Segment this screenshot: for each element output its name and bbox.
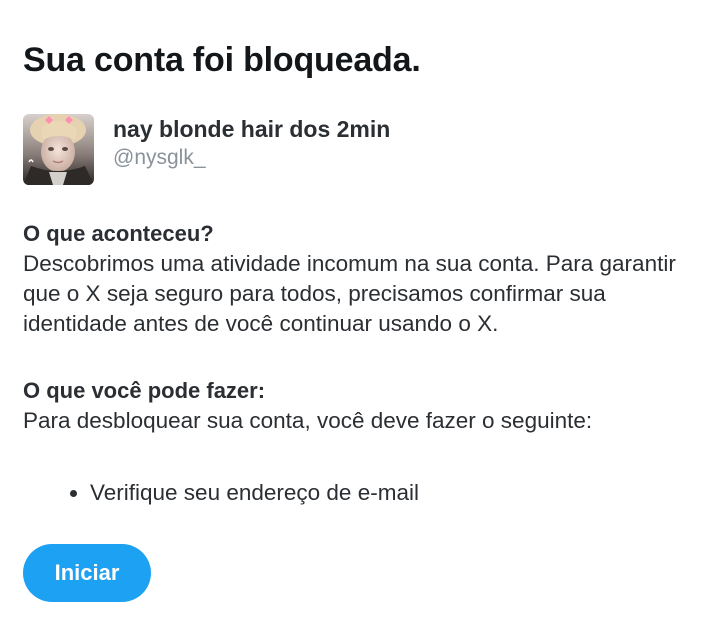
account-card: nay blonde hair dos 2min @nysglk_ (23, 114, 390, 185)
avatar-image (23, 114, 94, 185)
what-happened-section: O que aconteceu? Descobrimos uma ativida… (23, 219, 693, 339)
page-title: Sua conta foi bloqueada. (23, 41, 421, 79)
what-to-do-heading: O que você pode fazer: (23, 378, 266, 403)
display-name: nay blonde hair dos 2min (113, 116, 391, 142)
avatar (23, 114, 94, 185)
step-item-verify-email: Verifique seu endereço de e-mail (90, 478, 419, 508)
steps-list: Verifique seu endereço de e-mail (23, 478, 419, 508)
account-handle: @nysglk_ (113, 146, 206, 169)
what-happened-body: Descobrimos uma atividade incomum na sua… (23, 251, 676, 336)
what-to-do-body: Para desbloquear sua conta, você deve fa… (23, 408, 593, 433)
what-happened-heading: O que aconteceu? (23, 221, 214, 246)
account-info: nay blonde hair dos 2min @nysglk_ (113, 114, 390, 172)
start-button[interactable]: Iniciar (23, 544, 151, 602)
what-to-do-section: O que você pode fazer: Para desbloquear … (23, 376, 693, 436)
